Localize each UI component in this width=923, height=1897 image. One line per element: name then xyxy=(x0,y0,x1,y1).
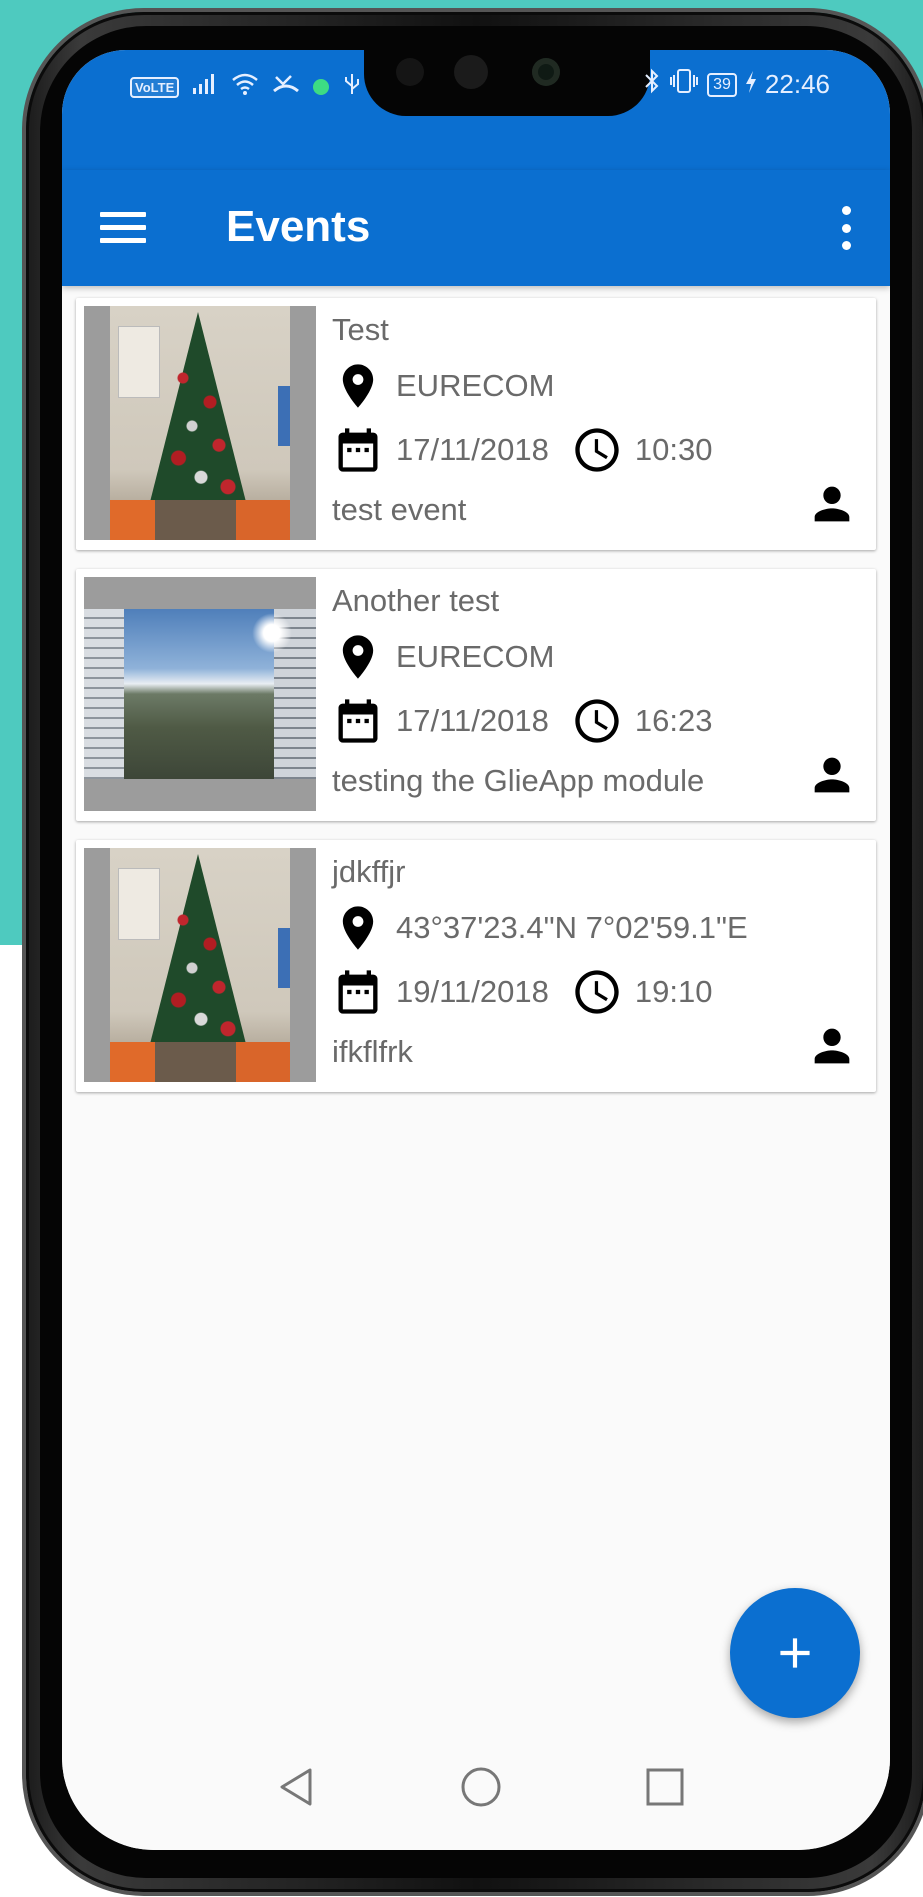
event-title: Another test xyxy=(332,583,500,618)
event-card[interactable]: Another test EURECOM 17/11/2018 16:23 te… xyxy=(76,569,876,821)
event-location: EURECOM xyxy=(396,639,555,674)
event-list: Test EURECOM 17/11/2018 10:30 test event… xyxy=(76,298,876,1111)
person-icon[interactable] xyxy=(806,1020,858,1072)
event-location-row: 43°37'23.4"N 7°02'59.1"E xyxy=(332,902,748,954)
more-vert-icon[interactable] xyxy=(840,206,852,250)
system-nav-bar xyxy=(62,1740,890,1850)
person-icon[interactable] xyxy=(806,749,858,801)
page-title: Events xyxy=(226,202,371,251)
front-camera-icon xyxy=(454,55,488,89)
front-camera-2-icon xyxy=(532,58,560,86)
event-time: 19:10 xyxy=(634,974,713,1009)
event-time: 16:23 xyxy=(634,703,713,738)
location-pin-icon xyxy=(332,631,384,683)
event-location: EURECOM xyxy=(396,368,555,403)
calendar-icon xyxy=(332,966,384,1018)
event-info: Test EURECOM 17/11/2018 10:30 test event xyxy=(332,298,876,550)
clock-time: 22:46 xyxy=(764,69,830,99)
back-icon[interactable] xyxy=(274,1764,320,1810)
status-left-icons: VoLTE xyxy=(130,72,361,102)
app-screen: VoLTE 39 22:46 Events Test EURECOM 17/11… xyxy=(62,50,890,1850)
calendar-icon xyxy=(332,424,384,476)
app-bar: Events xyxy=(62,170,890,286)
battery-icon: 39 xyxy=(707,72,737,97)
clock-icon xyxy=(571,966,623,1018)
signal-icon xyxy=(193,74,217,100)
event-datetime-row: 19/11/2018 19:10 xyxy=(332,966,712,1018)
event-title: jdkffjr xyxy=(332,854,406,889)
event-datetime-row: 17/11/2018 10:30 xyxy=(332,424,712,476)
event-time: 10:30 xyxy=(634,432,713,467)
event-date: 17/11/2018 xyxy=(396,703,549,738)
app-notification-icon xyxy=(313,79,330,95)
add-icon xyxy=(780,1638,810,1668)
event-thumbnail xyxy=(84,848,316,1082)
event-description: ifkflfrk xyxy=(332,1034,413,1069)
event-date: 17/11/2018 xyxy=(396,432,549,467)
event-card[interactable]: Test EURECOM 17/11/2018 10:30 test event xyxy=(76,298,876,550)
location-pin-icon xyxy=(332,360,384,412)
event-info: jdkffjr 43°37'23.4"N 7°02'59.1"E 19/11/2… xyxy=(332,840,876,1092)
event-location-row: EURECOM xyxy=(332,631,554,683)
event-info: Another test EURECOM 17/11/2018 16:23 te… xyxy=(332,569,876,821)
charging-icon xyxy=(745,69,757,100)
event-description: test event xyxy=(332,492,467,527)
recents-icon[interactable] xyxy=(642,1764,688,1810)
home-icon[interactable] xyxy=(458,1764,504,1810)
vibrate-icon xyxy=(669,68,699,101)
usb-icon xyxy=(343,72,361,102)
sensor-icon xyxy=(396,58,424,86)
add-event-button[interactable] xyxy=(730,1588,860,1718)
clock-icon xyxy=(571,424,623,476)
event-thumbnail xyxy=(84,577,316,811)
location-pin-icon xyxy=(332,902,384,954)
volte-badge: VoLTE xyxy=(130,76,180,98)
event-title: Test xyxy=(332,312,389,347)
christmas-tree-photo xyxy=(110,848,290,1082)
missed-call-icon xyxy=(273,73,300,101)
bluetooth-icon xyxy=(643,68,661,101)
calendar-icon xyxy=(332,695,384,747)
event-thumbnail xyxy=(84,306,316,540)
clock-icon xyxy=(571,695,623,747)
event-date: 19/11/2018 xyxy=(396,974,549,1009)
event-location: 43°37'23.4"N 7°02'59.1"E xyxy=(396,910,748,945)
event-datetime-row: 17/11/2018 16:23 xyxy=(332,695,712,747)
menu-icon[interactable] xyxy=(100,212,146,244)
event-location-row: EURECOM xyxy=(332,360,554,412)
event-card[interactable]: jdkffjr 43°37'23.4"N 7°02'59.1"E 19/11/2… xyxy=(76,840,876,1092)
wifi-icon xyxy=(231,73,259,101)
status-bar: VoLTE 39 22:46 xyxy=(62,50,890,170)
status-right-icons: 39 22:46 xyxy=(643,68,830,101)
event-description: testing the GlieApp module xyxy=(332,763,705,798)
camera-notch xyxy=(364,50,650,116)
person-icon[interactable] xyxy=(806,478,858,530)
christmas-tree-photo xyxy=(110,306,290,540)
